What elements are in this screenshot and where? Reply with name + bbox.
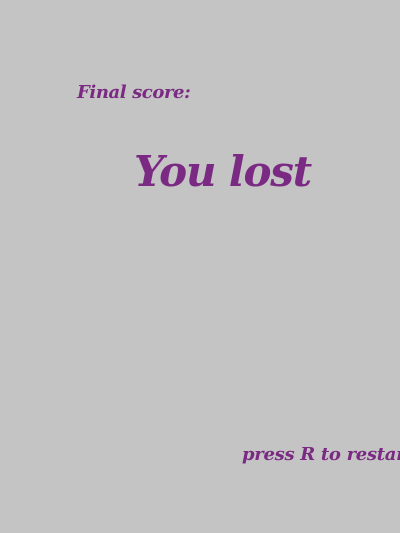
final-score-label: Final score: [77, 82, 191, 103]
restart-instruction: press R to restart [242, 444, 400, 465]
game-over-screen: Final score: You lost press R to restart [0, 0, 400, 533]
game-result-title: You lost [134, 147, 312, 196]
